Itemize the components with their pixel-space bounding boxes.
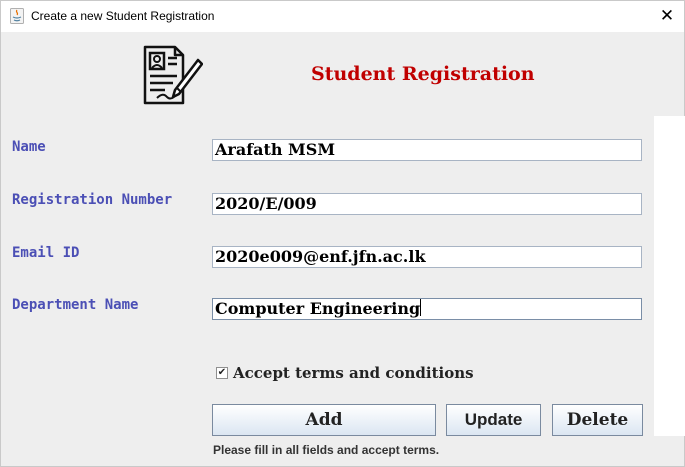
- terms-label[interactable]: Accept terms and conditions: [233, 364, 474, 382]
- text-caret: [420, 299, 422, 316]
- department-field[interactable]: Computer Engineering: [212, 298, 642, 320]
- title-bar: Create a new Student Registration ✕: [1, 1, 684, 32]
- close-button[interactable]: ✕: [650, 1, 684, 32]
- name-value: Arafath MSM: [215, 140, 336, 159]
- registration-number-value: 2020/E/009: [215, 194, 317, 213]
- window-title: Create a new Student Registration: [31, 9, 215, 23]
- java-icon: [10, 8, 24, 24]
- name-label: Name: [12, 139, 46, 155]
- email-label: Email ID: [12, 245, 80, 261]
- terms-checkbox[interactable]: ✔: [216, 367, 228, 379]
- department-label: Department Name: [12, 297, 139, 313]
- registration-window: Create a new Student Registration ✕ Stud…: [0, 0, 685, 467]
- name-field[interactable]: Arafath MSM: [212, 139, 642, 161]
- side-panel: [654, 116, 685, 436]
- update-button[interactable]: Update: [446, 404, 541, 436]
- email-field[interactable]: 2020e009@enf.jfn.ac.lk: [212, 246, 642, 268]
- status-message: Please fill in all fields and accept ter…: [213, 443, 440, 457]
- registration-form-icon: [143, 45, 203, 105]
- close-icon: ✕: [659, 6, 675, 26]
- check-mark-icon: ✔: [217, 367, 227, 378]
- email-value: 2020e009@enf.jfn.ac.lk: [215, 247, 426, 266]
- add-button[interactable]: Add: [212, 404, 436, 436]
- registration-number-label: Registration Number: [12, 192, 173, 208]
- department-value: Computer Engineering: [215, 299, 421, 318]
- registration-number-field[interactable]: 2020/E/009: [212, 193, 642, 215]
- delete-button[interactable]: Delete: [552, 404, 643, 436]
- page-title: Student Registration: [311, 63, 535, 85]
